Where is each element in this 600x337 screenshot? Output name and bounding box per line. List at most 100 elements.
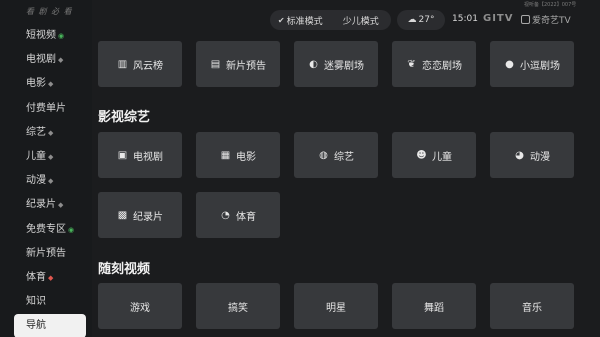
tile-music[interactable]: 音乐 bbox=[490, 283, 574, 329]
tile-label: 搞笑 bbox=[228, 302, 248, 314]
tile-label: 明星 bbox=[326, 302, 346, 314]
tile-tv-series[interactable]: ▣ 电视剧 bbox=[98, 132, 182, 178]
tile-label: 综艺 bbox=[334, 151, 354, 163]
tile-label: 游戏 bbox=[130, 302, 150, 314]
gitv-logo: GITV bbox=[483, 13, 514, 24]
vip-mark-icon: ◆ bbox=[48, 80, 54, 89]
screen: 看 剧 必 看 短视频 ◉ 电视剧 ◆ 电影 ◆ 付费单片 综艺 ◆ 儿童 ◆ 动漫 ◆ 纪… bbox=[0, 0, 600, 337]
film-book-icon: ▤ bbox=[210, 58, 221, 70]
check-circle-icon: ✔ bbox=[277, 15, 285, 25]
vip-mark-icon: ◆ bbox=[48, 177, 54, 186]
tile-variety[interactable]: ◍ 综艺 bbox=[294, 132, 378, 178]
magnifier-icon: ◐ bbox=[309, 58, 318, 70]
license-text: 视听备【2022】007号 bbox=[524, 2, 577, 8]
leaf-icon: ❦ bbox=[407, 58, 416, 70]
tile-label: 迷雾剧场 bbox=[324, 60, 364, 72]
sidebar-item-sports[interactable]: 体育 ◆ bbox=[0, 266, 92, 290]
kids-mode-button[interactable]: 少儿模式 bbox=[331, 14, 392, 27]
sidebar-item-documentary[interactable]: 纪录片 ◆ bbox=[0, 193, 92, 217]
sidebar-item-label: 儿童 bbox=[26, 150, 46, 162]
tile-label: 小逗剧场 bbox=[520, 60, 560, 72]
sidebar-item-variety[interactable]: 综艺 ◆ bbox=[0, 121, 92, 145]
tile-label: 电视剧 bbox=[133, 151, 163, 163]
tile-ranking[interactable]: ▥ 风云榜 bbox=[98, 41, 182, 87]
sidebar-item-navigation[interactable]: 导航 bbox=[14, 314, 86, 337]
tile-label: 电影 bbox=[236, 151, 256, 163]
sidebar-item-tv-series[interactable]: 电视剧 ◆ bbox=[0, 48, 92, 72]
weather-temperature: 27° bbox=[418, 15, 435, 25]
sidebar-item-paid-single[interactable]: 付费单片 bbox=[0, 97, 92, 121]
tile-funny[interactable]: 搞笑 bbox=[196, 283, 280, 329]
sidebar-item-label: 付费单片 bbox=[26, 102, 66, 114]
sidebar-item-label: 动漫 bbox=[26, 175, 46, 187]
tile-label: 舞蹈 bbox=[424, 302, 444, 314]
sidebar-item-label: 电视剧 bbox=[26, 54, 56, 66]
sidebar-item-label: 短视频 bbox=[26, 30, 56, 41]
vip-mark-icon: ◆ bbox=[58, 56, 64, 65]
tile-stars[interactable]: 明星 bbox=[294, 283, 378, 329]
iqiyi-tv-logo: 爱奇艺TV bbox=[521, 13, 571, 26]
weather-widget[interactable]: ☁ 27° bbox=[397, 10, 445, 30]
child-face-icon: ☻ bbox=[416, 149, 427, 161]
sidebar-item-knowledge[interactable]: 知识 bbox=[0, 290, 92, 314]
tile-documentary[interactable]: ▩ 纪录片 bbox=[98, 192, 182, 238]
movie-icon: ▦ bbox=[220, 149, 231, 161]
sidebar-item-label: 知识 bbox=[26, 296, 46, 308]
ball-icon: ◔ bbox=[221, 209, 230, 221]
tile-mystery-theater[interactable]: ◐ 迷雾剧场 bbox=[294, 41, 378, 87]
bar-chart-icon: ▥ bbox=[117, 58, 128, 70]
sidebar-item-label: 电影 bbox=[26, 78, 46, 90]
tile-dance[interactable]: 舞蹈 bbox=[392, 283, 476, 329]
vip-mark-icon: ◆ bbox=[48, 273, 54, 282]
tile-label: 体育 bbox=[236, 211, 256, 223]
badge-dot-icon: ◉ bbox=[68, 225, 75, 234]
tile-label: 纪录片 bbox=[133, 211, 163, 223]
sidebar-item-short-video[interactable]: 短视频 ◉ bbox=[0, 24, 92, 48]
vip-mark-icon: ◆ bbox=[58, 201, 64, 210]
sidebar-item-label: 纪录片 bbox=[26, 199, 56, 211]
kids-mode-label: 少儿模式 bbox=[342, 16, 379, 27]
tile-label: 动漫 bbox=[530, 151, 550, 163]
sidebar-nav: 短视频 ◉ 电视剧 ◆ 电影 ◆ 付费单片 综艺 ◆ 儿童 ◆ 动漫 ◆ 纪录片 ◆ 免费专区… bbox=[0, 24, 92, 337]
tile-kids[interactable]: ☻ 儿童 bbox=[392, 132, 476, 178]
tile-games[interactable]: 游戏 bbox=[98, 283, 182, 329]
tile-comedy-theater[interactable]: ● 小逗剧场 bbox=[490, 41, 574, 87]
standard-mode-button[interactable]: ✔ 标准模式 bbox=[270, 14, 331, 27]
sidebar-item-kids[interactable]: 儿童 ◆ bbox=[0, 145, 92, 169]
sidebar-item-free-zone[interactable]: 免费专区 ◉ bbox=[0, 218, 92, 242]
tile-anime[interactable]: ◕ 动漫 bbox=[490, 132, 574, 178]
bubble-icon: ● bbox=[505, 58, 514, 70]
standard-mode-label: 标准模式 bbox=[286, 16, 323, 27]
tile-sports[interactable]: ◔ 体育 bbox=[196, 192, 280, 238]
tile-label: 恋恋剧场 bbox=[422, 60, 462, 72]
tile-movie[interactable]: ▦ 电影 bbox=[196, 132, 280, 178]
sidebar-item-label: 导航 bbox=[26, 320, 46, 332]
sidebar-item-label: 综艺 bbox=[26, 126, 46, 138]
tile-label: 新片预告 bbox=[226, 60, 266, 72]
tile-label: 音乐 bbox=[522, 302, 542, 314]
tv-box-icon bbox=[521, 15, 530, 24]
filmstrip-icon: ▩ bbox=[117, 209, 128, 221]
badge-dot-icon: ◉ bbox=[58, 32, 65, 40]
sidebar-item-anime[interactable]: 动漫 ◆ bbox=[0, 169, 92, 193]
tile-label: 风云榜 bbox=[133, 60, 163, 72]
bear-face-icon: ◕ bbox=[515, 149, 524, 161]
mode-switch: ✔ 标准模式 少儿模式 bbox=[270, 10, 391, 30]
sidebar-item-label: 免费专区 bbox=[26, 223, 66, 235]
iqiyi-tv-label: 爱奇艺TV bbox=[532, 16, 571, 26]
vip-mark-icon: ◆ bbox=[48, 128, 54, 137]
clock: 15:01 bbox=[452, 14, 478, 24]
sidebar-item-label: 新片预告 bbox=[26, 247, 66, 259]
vip-mark-icon: ◆ bbox=[48, 152, 54, 161]
tile-romance-theater[interactable]: ❦ 恋恋剧场 bbox=[392, 41, 476, 87]
sidebar-item-movie[interactable]: 电影 ◆ bbox=[0, 72, 92, 96]
tile-new-trailers[interactable]: ▤ 新片预告 bbox=[196, 41, 280, 87]
sidebar: 看 剧 必 看 短视频 ◉ 电视剧 ◆ 电影 ◆ 付费单片 综艺 ◆ 儿童 ◆ 动漫 ◆ 纪… bbox=[0, 0, 92, 337]
sidebar-item-new-trailers[interactable]: 新片预告 bbox=[0, 242, 92, 266]
tv-icon: ▣ bbox=[117, 149, 128, 161]
section-title-variety: 影视综艺 bbox=[98, 110, 151, 125]
tile-label: 儿童 bbox=[432, 151, 452, 163]
section-title-short-video: 随刻视频 bbox=[98, 262, 151, 277]
microphone-icon: ◍ bbox=[319, 149, 328, 161]
cloud-rain-icon: ☁ bbox=[407, 15, 417, 25]
